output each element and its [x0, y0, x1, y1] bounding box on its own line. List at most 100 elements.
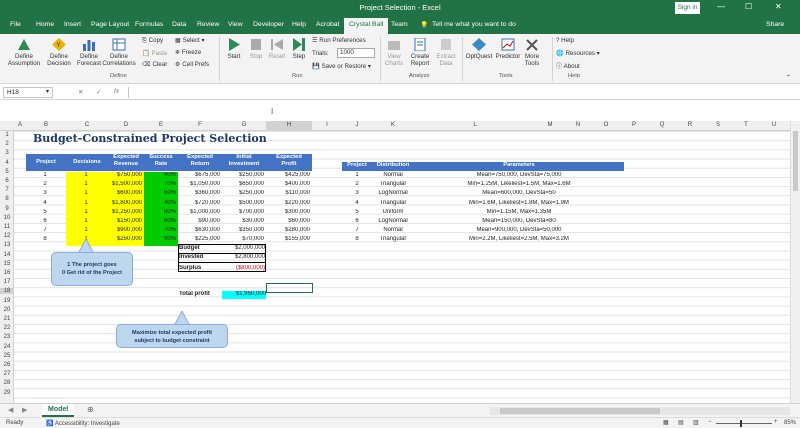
distribution-cell-param[interactable]: Mean=900,000, DevSta=50,000	[414, 227, 624, 233]
project-cell-prof[interactable]: $110,000	[266, 190, 312, 199]
distribution-cell-p[interactable]: 1	[342, 172, 372, 178]
project-cell-ret[interactable]: $630,000	[178, 227, 222, 236]
define-assumption-button[interactable]: Define Assumption	[4, 38, 44, 67]
create-report-button[interactable]: Create Report	[407, 38, 433, 67]
maximize-icon[interactable]: ☐	[745, 2, 752, 11]
help-button[interactable]: ? Help	[556, 37, 574, 44]
row-header[interactable]: 28	[0, 380, 14, 386]
row-header[interactable]: 20	[0, 307, 14, 313]
row-header[interactable]: 26	[0, 362, 14, 368]
project-cell-inv[interactable]: $250,000	[222, 190, 266, 199]
distribution-cell-p[interactable]: 8	[342, 236, 372, 242]
row-header[interactable]: 24	[0, 344, 14, 350]
col-header[interactable]: O	[592, 122, 620, 128]
distribution-cell-p[interactable]: 2	[342, 181, 372, 187]
cell-prefs-button[interactable]: ⚙ Cell Prefs	[175, 61, 209, 68]
distribution-cell-dist[interactable]: Uniform	[372, 209, 414, 215]
row-header[interactable]: 6	[0, 178, 14, 184]
col-header[interactable]: F	[178, 122, 222, 128]
enter-icon[interactable]: ✓	[96, 88, 101, 96]
name-box-dropdown-icon[interactable]: ▾	[46, 88, 49, 95]
col-header[interactable]: P	[620, 122, 648, 128]
project-cell-rev[interactable]: $1,800,000	[108, 199, 144, 209]
scrollbar-thumb[interactable]	[793, 131, 798, 191]
page-break-icon[interactable]: ▥	[693, 419, 699, 426]
project-cell-inv[interactable]: $700,000	[222, 209, 266, 218]
vertical-scrollbar[interactable]	[790, 121, 800, 403]
sheet-tab-model[interactable]: Model	[42, 404, 75, 417]
trials-input[interactable]: 1000	[337, 48, 375, 58]
col-header[interactable]: I	[312, 122, 342, 128]
tell-me-input[interactable]: Tell me what you want to do	[432, 21, 516, 28]
row-header[interactable]: 2	[0, 141, 14, 147]
project-cell-rev[interactable]: $900,000	[108, 227, 144, 237]
project-cell-ret[interactable]: $1,000,000	[178, 209, 222, 218]
project-cell-prof[interactable]: $280,000	[266, 227, 312, 236]
row-header[interactable]: 18	[0, 288, 14, 295]
project-cell-inv[interactable]: $350,000	[222, 227, 266, 236]
select-button[interactable]: ▦ Select ▾	[175, 37, 205, 44]
row-header[interactable]: 29	[0, 390, 14, 396]
zoom-level[interactable]: 85%	[784, 420, 796, 426]
project-cell-d[interactable]: 1	[66, 199, 108, 209]
next-sheet-icon[interactable]: ▶	[22, 406, 27, 414]
row-header[interactable]: 23	[0, 334, 14, 340]
row-header[interactable]: 12	[0, 233, 14, 239]
extract-data-button[interactable]: Extract Data	[434, 38, 458, 67]
col-header-selected[interactable]: H	[266, 121, 312, 130]
tab-formulas[interactable]: Formulas	[135, 21, 163, 28]
project-cell-p[interactable]: 2	[26, 181, 66, 190]
view-charts-button[interactable]: View Charts	[382, 38, 406, 67]
col-header[interactable]: E	[144, 122, 178, 128]
zoom-in-icon[interactable]: +	[774, 419, 778, 425]
project-cell-prof[interactable]: $425,000	[266, 172, 312, 181]
project-cell-prof[interactable]: $60,000	[266, 218, 312, 227]
row-header[interactable]: 16	[0, 270, 14, 276]
row-header[interactable]: 14	[0, 252, 14, 258]
tab-acrobat[interactable]: Acrobat	[316, 21, 339, 28]
col-header[interactable]: B	[26, 122, 66, 128]
optquest-button[interactable]: OptQuest	[464, 38, 494, 60]
reset-button[interactable]: Reset	[267, 38, 287, 60]
distribution-cell-param[interactable]: Min=2.2M, Likeliest=2.5M, Max=3.2M	[414, 236, 624, 242]
col-header[interactable]: Q	[648, 122, 676, 128]
project-cell-rate[interactable]: 70%	[144, 181, 178, 191]
project-cell-rate[interactable]: 40%	[144, 199, 178, 209]
row-header[interactable]: 21	[0, 316, 14, 322]
project-cell-ret[interactable]: $360,000	[178, 190, 222, 199]
distribution-cell-p[interactable]: 3	[342, 190, 372, 196]
project-cell-p[interactable]: 7	[26, 227, 66, 236]
row-header[interactable]: 7	[0, 187, 14, 193]
project-cell-prof[interactable]: $155,000	[266, 236, 312, 245]
tab-help[interactable]: Help	[292, 21, 306, 28]
define-forecast-button[interactable]: Define Forecast	[74, 38, 104, 67]
tab-review[interactable]: Review	[197, 21, 219, 28]
close-icon[interactable]: ✕	[775, 2, 782, 11]
project-cell-inv[interactable]: $500,000	[222, 200, 266, 209]
distribution-cell-param[interactable]: Min=1.25M, Likeliest=1.5M, Max=1.6M	[414, 181, 624, 187]
row-header[interactable]: 5	[0, 169, 14, 175]
start-button[interactable]: Start	[224, 38, 244, 60]
project-cell-p[interactable]: 8	[26, 236, 66, 245]
col-header[interactable]: U	[760, 122, 788, 128]
project-cell-inv[interactable]: $250,000	[222, 172, 266, 181]
row-header[interactable]: 9	[0, 206, 14, 212]
project-cell-rev[interactable]: $150,000	[108, 218, 144, 228]
project-cell-ret[interactable]: $1,050,000	[178, 181, 222, 190]
project-cell-inv[interactable]: $30,000	[222, 218, 266, 227]
distribution-cell-param[interactable]: Min=1.15M, Max=1.35M	[414, 209, 624, 215]
tab-view[interactable]: View	[228, 21, 243, 28]
row-header[interactable]: 1	[0, 132, 14, 138]
project-cell-p[interactable]: 3	[26, 190, 66, 199]
project-cell-p[interactable]: 1	[26, 172, 66, 181]
selected-cell-h18[interactable]	[266, 283, 313, 293]
project-cell-p[interactable]: 5	[26, 209, 66, 218]
add-sheet-icon[interactable]: ⊕	[87, 405, 94, 414]
define-correlations-button[interactable]: Define Correlations	[102, 38, 136, 67]
zoom-out-icon[interactable]: −	[708, 419, 712, 425]
project-cell-rev[interactable]: $600,000	[108, 190, 144, 200]
distribution-cell-param[interactable]: Min=1.6M, Likeliest=1.8M, Max=1.9M	[414, 200, 624, 206]
project-cell-p[interactable]: 4	[26, 200, 66, 209]
distribution-cell-p[interactable]: 7	[342, 227, 372, 233]
tab-data[interactable]: Data	[172, 21, 186, 28]
